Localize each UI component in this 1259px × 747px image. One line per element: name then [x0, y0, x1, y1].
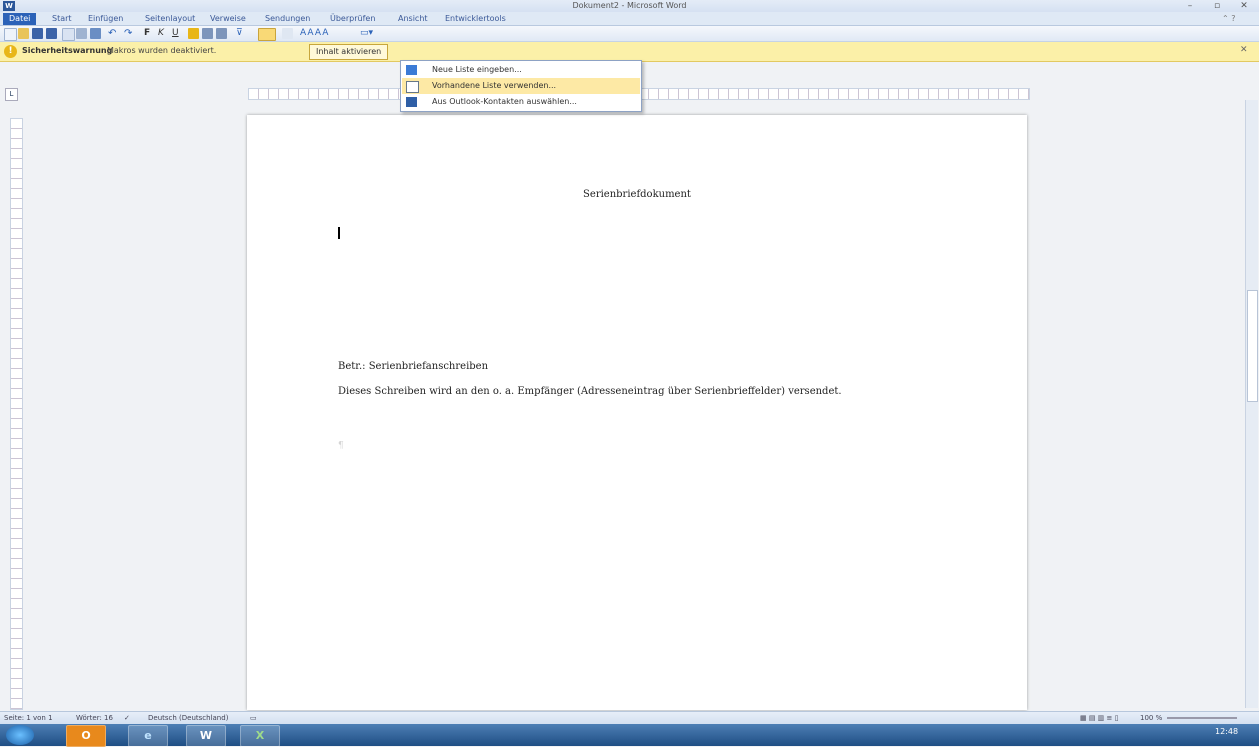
- window-title: Dokument2 - Microsoft Word: [572, 1, 687, 10]
- enable-content-button[interactable]: Inhalt aktivieren: [309, 44, 389, 60]
- warning-icon: !: [4, 45, 17, 58]
- redo-icon[interactable]: ↷: [124, 28, 135, 39]
- outlook-taskbar-icon[interactable]: O: [66, 725, 106, 747]
- close-icon[interactable]: ✕: [1240, 45, 1248, 55]
- tab-ueberpruefen[interactable]: Überprüfen: [330, 13, 375, 25]
- new-document-icon[interactable]: [4, 28, 17, 41]
- mailmerge-field-icons[interactable]: AAAA: [300, 28, 352, 39]
- word-taskbar-icon[interactable]: W: [186, 725, 226, 747]
- tab-seitenlayout[interactable]: Seitenlayout: [145, 13, 195, 25]
- maximize-button[interactable]: ▫: [1207, 0, 1227, 12]
- save-icon[interactable]: [32, 28, 43, 39]
- tab-sendungen[interactable]: Sendungen: [265, 13, 310, 25]
- align-right-icon[interactable]: [216, 28, 227, 39]
- menu-item-label: Vorhandene Liste verwenden...: [432, 81, 557, 90]
- help-minimize-ribbon-icon[interactable]: ⌃ ?: [1222, 13, 1236, 25]
- excel-taskbar-icon[interactable]: X: [240, 725, 280, 747]
- title-bar: Dokument2 - Microsoft Word W – ▫ ✕: [0, 0, 1259, 12]
- status-bar: Seite: 1 von 1 Wörter: 16 ✓ Deutsch (Deu…: [0, 711, 1259, 725]
- macro-record-icon[interactable]: ▭: [250, 714, 257, 722]
- bold-icon[interactable]: F: [144, 28, 155, 39]
- quick-access-toolbar: ↶ ↷ F K U ⊽ AAAA ▭▾: [0, 26, 1259, 42]
- clock[interactable]: 12:48: [1215, 727, 1238, 736]
- new-list-icon: [406, 65, 417, 75]
- ruler-ticks: [11, 119, 22, 709]
- body-paragraph: Dieses Schreiben wird an den o. a. Empfä…: [338, 386, 842, 397]
- scrollbar-thumb[interactable]: [1247, 290, 1258, 402]
- select-recipients-menu: Neue Liste eingeben... Vorhandene Liste …: [400, 60, 642, 112]
- internet-explorer-taskbar-icon[interactable]: e: [128, 725, 168, 747]
- word-count[interactable]: Wörter: 16: [76, 714, 113, 722]
- paragraph-mark: ¶: [338, 441, 344, 451]
- zoom-level[interactable]: 100 %: [1140, 714, 1162, 722]
- align-left-icon[interactable]: [188, 28, 199, 39]
- subject-line: Betr.: Serienbriefanschreiben: [338, 361, 489, 372]
- tab-verweise[interactable]: Verweise: [210, 13, 246, 25]
- open-folder-icon[interactable]: [18, 28, 29, 39]
- existing-list-icon: [406, 81, 419, 93]
- highlight-fields-icon[interactable]: [282, 28, 293, 39]
- close-window-button[interactable]: ✕: [1234, 0, 1254, 12]
- select-recipients-button[interactable]: [258, 28, 276, 41]
- italic-icon[interactable]: K: [158, 28, 169, 39]
- save-as-icon[interactable]: [46, 28, 57, 39]
- menu-item-label: Neue Liste eingeben...: [432, 65, 522, 74]
- security-warning-title: Sicherheitswarnung: [22, 46, 113, 55]
- more-commands-icon[interactable]: ▭▾: [360, 28, 378, 39]
- view-buttons-icons[interactable]: ▦ ▤ ▥ ≡ ▯: [1080, 714, 1118, 722]
- tab-einfuegen[interactable]: Einfügen: [88, 13, 123, 25]
- outlook-contacts-icon: [406, 97, 417, 107]
- format-painter-icon[interactable]: ⊽: [236, 28, 247, 39]
- tab-ansicht[interactable]: Ansicht: [398, 13, 428, 25]
- align-center-icon[interactable]: [202, 28, 213, 39]
- page-count[interactable]: Seite: 1 von 1: [4, 714, 53, 722]
- menu-item-label: Aus Outlook-Kontakten auswählen...: [432, 97, 577, 106]
- tab-datei[interactable]: Datei: [3, 13, 37, 25]
- tab-start[interactable]: Start: [52, 13, 72, 25]
- ribbon-tabs: Datei Start Einfügen Seitenlayout Verwei…: [0, 12, 1259, 26]
- word-app-icon[interactable]: W: [3, 1, 15, 11]
- print-layout-icon[interactable]: [90, 28, 101, 39]
- windows-taskbar: O e W X 12:48: [0, 724, 1259, 747]
- vertical-ruler[interactable]: [10, 118, 23, 710]
- menu-item-existing-list[interactable]: Vorhandene Liste verwenden...: [402, 78, 640, 94]
- text-cursor: [338, 227, 340, 239]
- print-icon[interactable]: [76, 28, 87, 39]
- document-page[interactable]: Serienbriefdokument Betr.: Serienbriefan…: [247, 115, 1027, 710]
- proofing-icon[interactable]: ✓: [124, 714, 130, 722]
- print-preview-icon[interactable]: [62, 28, 75, 41]
- vertical-scrollbar[interactable]: [1245, 100, 1258, 708]
- security-warning-message: Makros wurden deaktiviert.: [107, 46, 217, 55]
- document-title: Serienbriefdokument: [583, 189, 691, 200]
- menu-item-new-list[interactable]: Neue Liste eingeben...: [402, 62, 640, 78]
- start-button[interactable]: [6, 725, 34, 745]
- undo-icon[interactable]: ↶: [108, 28, 119, 39]
- language[interactable]: Deutsch (Deutschland): [148, 714, 228, 722]
- minimize-button[interactable]: –: [1180, 0, 1200, 12]
- zoom-slider[interactable]: [1167, 717, 1237, 719]
- tab-selector-icon[interactable]: L: [5, 88, 18, 101]
- underline-icon[interactable]: U: [172, 28, 183, 39]
- security-warning-bar: ! Sicherheitswarnung Makros wurden deakt…: [0, 42, 1259, 62]
- tab-entwicklertools[interactable]: Entwicklertools: [445, 13, 506, 25]
- menu-item-outlook-contacts[interactable]: Aus Outlook-Kontakten auswählen...: [402, 94, 640, 110]
